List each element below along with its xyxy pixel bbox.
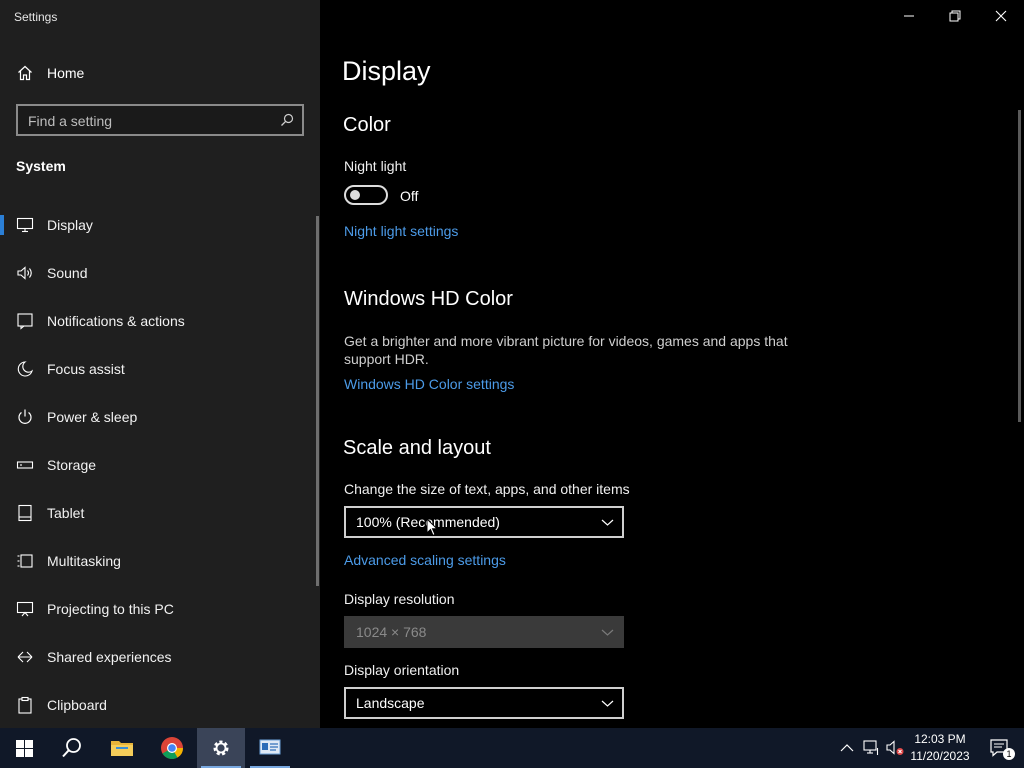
sidebar-item-focus-assist[interactable]: Focus assist	[0, 345, 314, 393]
orientation-label: Display orientation	[344, 662, 460, 678]
scale-size-label: Change the size of text, apps, and other…	[344, 481, 630, 497]
sidebar-item-projecting[interactable]: Projecting to this PC	[0, 585, 314, 633]
sidebar-item-label: Multitasking	[47, 553, 121, 569]
scale-heading: Scale and layout	[343, 437, 491, 459]
clipboard-icon	[18, 696, 32, 714]
resolution-label: Display resolution	[344, 591, 455, 607]
advanced-scaling-link[interactable]: Advanced scaling settings	[344, 552, 506, 568]
settings-taskbar-button[interactable]	[197, 728, 245, 768]
taskbar: 12:03 PM 11/20/2023 1	[0, 728, 1024, 768]
toggle-knob	[350, 190, 360, 200]
chrome-icon	[161, 737, 183, 759]
sidebar-item-notifications[interactable]: Notifications & actions	[0, 297, 314, 345]
sidebar-item-display[interactable]: Display	[0, 201, 314, 249]
control-panel-icon	[259, 739, 281, 755]
file-explorer-icon	[111, 741, 133, 756]
sidebar-item-label: Focus assist	[47, 361, 125, 377]
sidebar-item-label: Clipboard	[47, 697, 107, 713]
night-light-toggle[interactable]	[344, 185, 388, 205]
resolution-dropdown: 1024 × 768	[344, 616, 624, 648]
sidebar-item-shared-experiences[interactable]: Shared experiences	[0, 633, 314, 681]
show-hidden-icons-icon[interactable]	[840, 742, 854, 754]
resolution-value: 1024 × 768	[356, 624, 427, 640]
sidebar-item-label: Notifications & actions	[47, 313, 185, 329]
notification-icon	[17, 313, 33, 330]
clock-time: 12:03 PM	[914, 732, 966, 746]
night-light-settings-link[interactable]: Night light settings	[344, 223, 458, 239]
notification-count-badge: 1	[1003, 748, 1015, 760]
storage-icon	[16, 461, 34, 469]
restore-button[interactable]	[932, 0, 978, 32]
sidebar-scrollbar[interactable]	[316, 216, 319, 586]
start-icon	[15, 739, 33, 757]
sidebar-item-tablet[interactable]: Tablet	[0, 489, 314, 537]
sidebar-item-label: Sound	[47, 265, 88, 281]
night-light-label: Night light	[344, 158, 407, 174]
action-center-button[interactable]: 1	[976, 728, 1024, 768]
home-label: Home	[47, 65, 85, 81]
main-content: Display Color Night light Off Night ligh…	[320, 0, 1024, 728]
sidebar: Settings Home System Display Sound Notif…	[0, 0, 320, 728]
hdr-settings-link[interactable]: Windows HD Color settings	[344, 376, 514, 392]
clock-date: 11/20/2023	[910, 749, 970, 763]
home-icon	[18, 65, 32, 81]
sidebar-item-multitasking[interactable]: Multitasking	[0, 537, 314, 585]
minimize-icon	[904, 15, 914, 17]
file-explorer-button[interactable]	[98, 728, 146, 768]
close-button[interactable]	[978, 0, 1024, 32]
sidebar-item-label: Tablet	[47, 505, 85, 521]
hdr-description: Get a brighter and more vibrant picture …	[344, 333, 788, 367]
sidebar-item-power-sleep[interactable]: Power & sleep	[0, 393, 314, 441]
search-input[interactable]	[28, 111, 268, 131]
sidebar-item-storage[interactable]: Storage	[0, 441, 314, 489]
sidebar-nav: Display Sound Notifications & actions Fo…	[0, 201, 320, 729]
search-icon	[62, 738, 81, 758]
multitasking-icon	[17, 554, 33, 568]
settings-icon	[213, 740, 229, 756]
page-title: Display	[342, 56, 431, 86]
sidebar-item-sound[interactable]: Sound	[0, 249, 314, 297]
close-icon	[995, 10, 1007, 22]
sidebar-item-label: Projecting to this PC	[47, 601, 174, 617]
shared-experiences-icon	[17, 651, 33, 663]
moon-icon	[17, 361, 34, 377]
section-label-system: System	[16, 158, 66, 174]
taskbar-clock[interactable]: 12:03 PM 11/20/2023	[908, 731, 972, 765]
chrome-button[interactable]	[148, 728, 196, 768]
search-box[interactable]	[16, 104, 304, 136]
tablet-icon	[18, 504, 32, 522]
hdr-heading: Windows HD Color	[344, 288, 513, 310]
speaker-icon	[17, 266, 32, 280]
color-heading: Color	[343, 114, 391, 136]
minimize-button[interactable]	[886, 0, 932, 32]
chevron-down-icon	[601, 629, 614, 636]
chevron-down-icon	[601, 700, 614, 707]
monitor-icon	[16, 217, 34, 233]
sidebar-item-clipboard[interactable]: Clipboard	[0, 681, 314, 729]
sidebar-item-label: Shared experiences	[47, 649, 172, 665]
orientation-value: Landscape	[356, 695, 425, 711]
night-light-state: Off	[400, 188, 419, 204]
power-icon	[18, 409, 32, 424]
mouse-cursor	[426, 518, 438, 537]
sidebar-item-label: Power & sleep	[47, 409, 138, 425]
app-title: Settings	[14, 10, 58, 24]
network-icon[interactable]	[862, 739, 880, 757]
chevron-down-icon	[601, 519, 614, 526]
home-nav-item[interactable]: Home	[0, 56, 320, 90]
restore-icon	[949, 10, 961, 22]
projecting-icon	[16, 601, 34, 617]
volume-muted-icon[interactable]	[885, 739, 905, 757]
start-button[interactable]	[0, 728, 48, 768]
control-panel-button[interactable]	[246, 728, 294, 768]
orientation-dropdown[interactable]: Landscape	[344, 687, 624, 719]
sidebar-item-label: Storage	[47, 457, 97, 473]
scale-dropdown[interactable]: 100% (Recommended)	[344, 506, 624, 538]
sidebar-item-label: Display	[47, 217, 93, 233]
taskbar-search-button[interactable]	[48, 728, 96, 768]
main-scrollbar[interactable]	[1018, 110, 1021, 422]
search-icon[interactable]	[280, 113, 294, 127]
